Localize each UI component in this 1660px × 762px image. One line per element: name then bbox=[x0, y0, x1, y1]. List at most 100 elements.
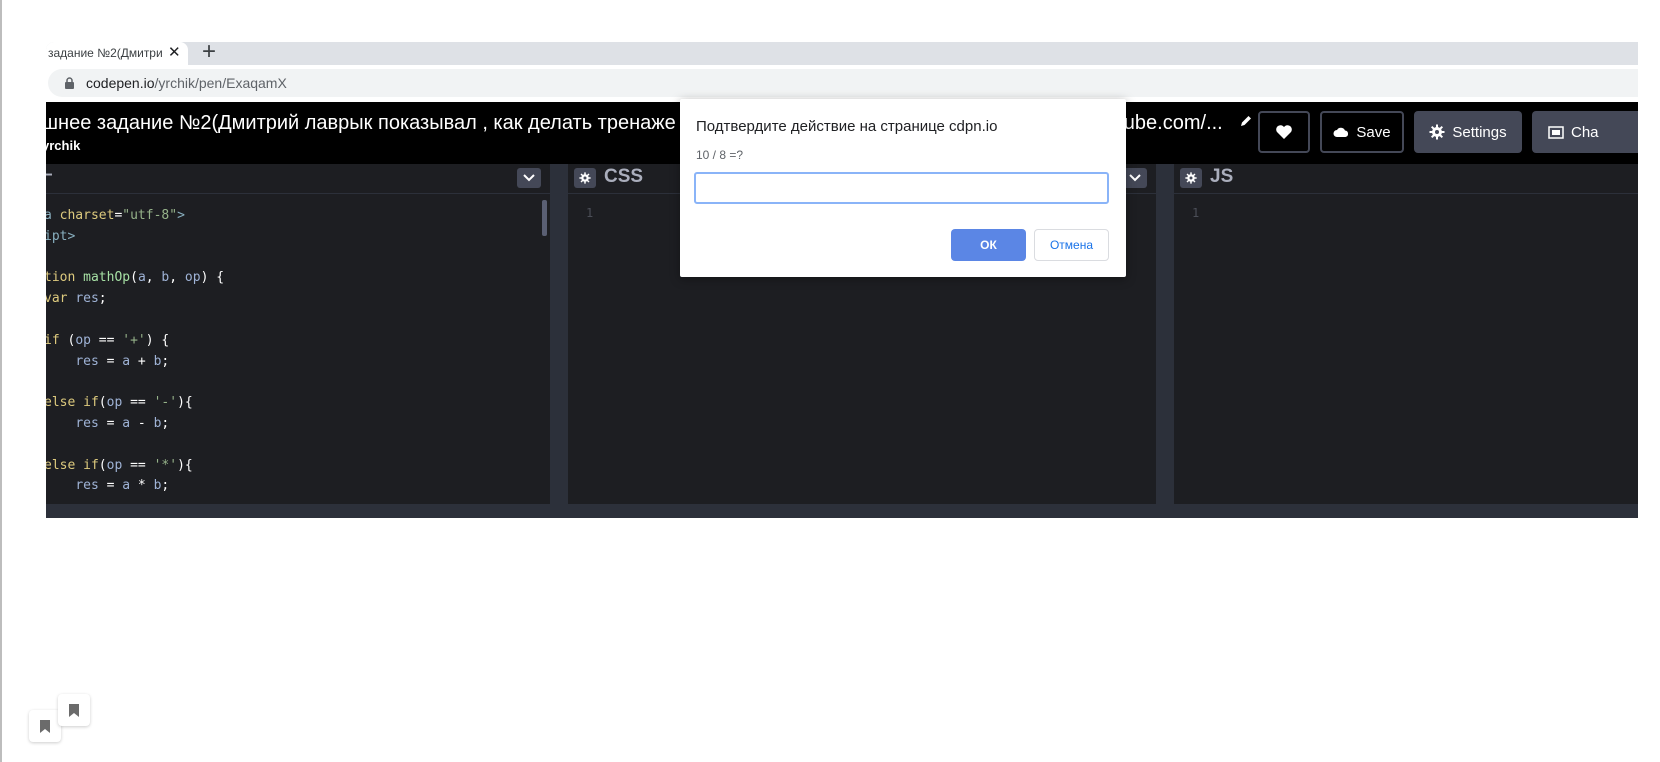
code-token: res bbox=[75, 291, 99, 307]
code-line: if (op == '+') { bbox=[46, 331, 224, 352]
code-token: == bbox=[90, 332, 123, 348]
new-tab-button[interactable]: + bbox=[202, 40, 216, 64]
save-label: Save bbox=[1356, 123, 1391, 141]
cancel-button[interactable]: Отмена bbox=[1034, 229, 1109, 261]
gear-icon bbox=[1185, 172, 1197, 184]
code-token: ( bbox=[98, 457, 107, 473]
code-token: '+' bbox=[122, 332, 146, 348]
html-editor[interactable]: – a charset="utf-8">ipt> tion mathOp(a, … bbox=[46, 164, 550, 504]
code-token: mathOp bbox=[83, 270, 131, 286]
ok-button[interactable]: ОК bbox=[951, 229, 1026, 261]
dialog-message: 10 / 8 =? bbox=[696, 148, 744, 162]
code-token: res bbox=[75, 478, 99, 494]
code-token: ){ bbox=[177, 457, 193, 473]
js-settings-button[interactable] bbox=[1180, 168, 1202, 188]
code-token: * bbox=[130, 478, 154, 494]
heart-icon bbox=[1276, 125, 1292, 139]
html-editor-menu-button[interactable] bbox=[517, 168, 541, 188]
url-text[interactable]: codepen.io/yrchik/pen/ExaqamX bbox=[86, 75, 287, 91]
js-editor[interactable]: JS 1 bbox=[1174, 164, 1638, 504]
bookmark-widget[interactable] bbox=[29, 710, 61, 742]
code-token: , bbox=[169, 270, 185, 286]
html-editor-title: – bbox=[46, 164, 53, 186]
css-js-resizer[interactable] bbox=[1156, 164, 1174, 504]
url-path: /yrchik/pen/ExaqamX bbox=[154, 75, 287, 91]
js-editor-header: JS bbox=[1174, 164, 1638, 194]
code-line: a charset="utf-8"> bbox=[46, 206, 224, 227]
settings-label: Settings bbox=[1452, 123, 1507, 141]
save-button[interactable]: Save bbox=[1320, 111, 1404, 153]
chevron-down-icon bbox=[1129, 174, 1141, 182]
cloud-icon bbox=[1333, 127, 1349, 137]
lock-icon[interactable] bbox=[64, 77, 75, 89]
code-token: ) { bbox=[145, 332, 170, 348]
change-view-button[interactable]: Cha bbox=[1532, 111, 1638, 153]
js-editor-title: JS bbox=[1210, 166, 1234, 187]
code-line: tion mathOp(a, b, op) { bbox=[46, 268, 224, 289]
code-line: var res; bbox=[46, 289, 224, 310]
code-line: res = a * b; bbox=[46, 476, 224, 497]
code-token: a bbox=[122, 478, 131, 494]
html-editor-scrollbar[interactable] bbox=[542, 200, 547, 236]
browser-tabstrip: задание №2(Дмитри ✕ + bbox=[46, 40, 1638, 65]
settings-button[interactable]: Settings bbox=[1414, 111, 1522, 153]
code-token: = bbox=[98, 415, 123, 431]
code-token: , bbox=[145, 270, 162, 286]
bookmark-widget[interactable] bbox=[58, 694, 90, 726]
url-host: codepen.io bbox=[86, 75, 155, 91]
code-token: ( bbox=[130, 270, 138, 286]
css-settings-button[interactable] bbox=[574, 168, 596, 188]
code-token: ; bbox=[161, 478, 170, 494]
gear-icon bbox=[579, 172, 591, 184]
code-token: = bbox=[98, 478, 123, 494]
layout-icon bbox=[1548, 125, 1564, 139]
css-editor-menu-button[interactable] bbox=[1123, 168, 1147, 188]
code-token: == bbox=[122, 395, 154, 411]
tab-title: задание №2(Дмитри bbox=[48, 46, 163, 60]
code-token: > bbox=[177, 208, 185, 223]
code-token: else if bbox=[46, 457, 99, 473]
code-token: var bbox=[46, 291, 76, 307]
code-line: res = a - b; bbox=[46, 414, 224, 435]
chevron-down-icon bbox=[523, 174, 535, 182]
code-token: + bbox=[130, 353, 154, 369]
code-token: op bbox=[184, 270, 201, 286]
code-line: else if(op == '-'){ bbox=[46, 393, 224, 414]
bookmark-icon bbox=[40, 719, 50, 733]
prompt-dialog: Подтвердите действие на странице cdpn.io… bbox=[680, 99, 1126, 277]
browser-tab[interactable]: задание №2(Дмитри ✕ bbox=[46, 42, 188, 65]
bookmark-icon bbox=[69, 703, 79, 717]
code-token: '*' bbox=[153, 457, 178, 473]
code-token: else if bbox=[46, 395, 99, 411]
code-token: ; bbox=[161, 353, 170, 369]
pencil-icon[interactable] bbox=[1239, 114, 1253, 128]
code-token: res bbox=[75, 415, 99, 431]
html-css-resizer[interactable] bbox=[550, 164, 568, 504]
editors-resize-bar[interactable] bbox=[46, 504, 1638, 518]
code-token: "utf-8" bbox=[122, 208, 178, 223]
css-editor-title: CSS bbox=[604, 166, 644, 187]
dialog-input[interactable] bbox=[694, 172, 1109, 204]
dialog-title: Подтвердите действие на странице cdpn.io bbox=[696, 118, 998, 135]
window-edge bbox=[0, 0, 2, 762]
gear-icon bbox=[1429, 124, 1445, 140]
code-token: a bbox=[122, 415, 131, 431]
love-button[interactable] bbox=[1258, 111, 1310, 153]
code-token: res bbox=[75, 353, 99, 369]
change-view-label: Cha bbox=[1571, 123, 1599, 141]
pen-author[interactable]: yrchik bbox=[46, 138, 80, 153]
code-token: op bbox=[75, 332, 91, 348]
close-icon[interactable]: ✕ bbox=[168, 44, 181, 62]
code-line: res = a + b; bbox=[46, 352, 224, 373]
url-field[interactable]: codepen.io/yrchik/pen/ExaqamX bbox=[48, 69, 1638, 97]
code-token: - bbox=[130, 415, 154, 431]
css-line-number: 1 bbox=[586, 206, 594, 220]
code-token: a bbox=[122, 353, 131, 369]
html-code[interactable]: a charset="utf-8"> ipt> tion mathOp(a, b,… bbox=[46, 206, 224, 497]
code-token: tion bbox=[46, 270, 84, 286]
